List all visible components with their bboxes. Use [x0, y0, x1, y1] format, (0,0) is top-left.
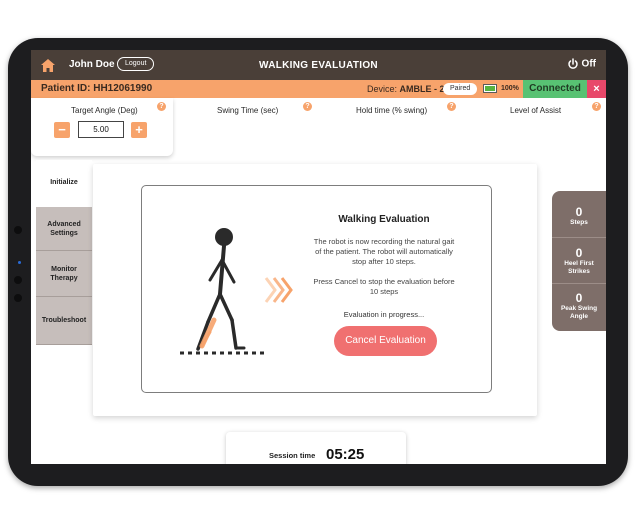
power-off-label: Off: [581, 58, 596, 70]
decrement-button[interactable]: −: [54, 122, 70, 138]
swing-time-label: Swing Time (sec): [217, 106, 279, 115]
battery-icon: [483, 84, 497, 93]
top-nav: John Doe Logout WALKING EVALUATION Off: [31, 50, 606, 80]
stat-value: 0: [575, 291, 583, 305]
hold-time-label: Hold time (% swing): [356, 106, 428, 115]
stat-value: 0: [575, 205, 583, 219]
power-icon: [568, 58, 578, 69]
stat-value: 0: [575, 246, 583, 260]
tab-monitor-therapy-label: Monitor Therapy: [50, 265, 78, 282]
stat-label: Peak Swing Angle: [560, 305, 598, 320]
help-icon[interactable]: ?: [447, 102, 456, 111]
help-icon[interactable]: ?: [303, 102, 312, 111]
connection-status[interactable]: Connected: [523, 80, 587, 98]
tab-troubleshoot[interactable]: Troubleshoot: [36, 297, 92, 345]
dialog-title: Walking Evaluation: [338, 214, 430, 225]
tablet-side-button: [14, 276, 22, 284]
battery-percent: 100%: [501, 85, 519, 92]
help-icon[interactable]: ?: [157, 102, 166, 111]
battery-level-fill: [485, 86, 495, 91]
session-time-card: Session time 05:25: [226, 432, 406, 464]
stat-heel-first-strikes: 0 Heel First Strikes: [552, 246, 606, 275]
stat-peak-swing-angle: 0 Peak Swing Angle: [552, 291, 606, 320]
session-time-value: 05:25: [326, 446, 365, 463]
level-of-assist-label: Level of Assist: [510, 106, 562, 115]
cancel-evaluation-button[interactable]: Cancel Evaluation: [334, 326, 437, 356]
tab-advanced-settings[interactable]: Advanced Settings: [36, 207, 92, 251]
stat-divider: [552, 283, 606, 284]
patient-id: Patient ID: HH12061990: [41, 83, 153, 94]
increment-button[interactable]: +: [131, 122, 147, 138]
device-info: Device: AMBLE - 21: [367, 84, 450, 94]
app-screen: John Doe Logout WALKING EVALUATION Off P…: [31, 50, 606, 464]
target-angle-input[interactable]: 5.00: [78, 121, 124, 138]
paired-badge: Paired: [443, 83, 478, 95]
tab-advanced-settings-label: Advanced Settings: [47, 220, 81, 237]
tablet-camera: [18, 261, 21, 264]
help-icon[interactable]: ?: [592, 102, 601, 111]
stat-divider: [552, 237, 606, 238]
chevron-arrows-icon: [264, 277, 293, 303]
tab-initialize[interactable]: Initialize: [36, 160, 92, 206]
stat-label: Heel First Strikes: [564, 260, 594, 275]
session-time-label: Session time: [269, 451, 316, 460]
dialog-description: The robot is now recording the natural g…: [313, 237, 455, 266]
patient-bar: Patient ID: HH12061990 Device: AMBLE - 2…: [31, 80, 606, 98]
tab-monitor-therapy[interactable]: Monitor Therapy: [36, 251, 92, 297]
stat-steps: 0 Steps: [552, 205, 606, 227]
tab-troubleshoot-label: Troubleshoot: [41, 317, 87, 324]
target-angle-label: Target Angle (Deg): [71, 106, 138, 115]
tablet-side-button: [14, 294, 22, 302]
walking-evaluation-dialog: Walking Evaluation The robot is now reco…: [141, 185, 492, 393]
tablet-side-button: [14, 226, 22, 234]
page-title: WALKING EVALUATION: [259, 60, 378, 71]
stat-label: Steps: [570, 219, 588, 226]
dialog-progress-text: Evaluation in progress...: [343, 310, 425, 319]
walking-figure-icon: [180, 228, 293, 355]
stats-panel: 0 Steps 0 Heel First Strikes 0 Peak Swin…: [552, 191, 606, 331]
power-off-button[interactable]: Off: [567, 58, 596, 70]
close-button[interactable]: ×: [587, 80, 606, 98]
device-label: Device:: [367, 84, 398, 94]
dialog-cancel-instruction: Press Cancel to stop the evaluation befo…: [313, 277, 455, 296]
